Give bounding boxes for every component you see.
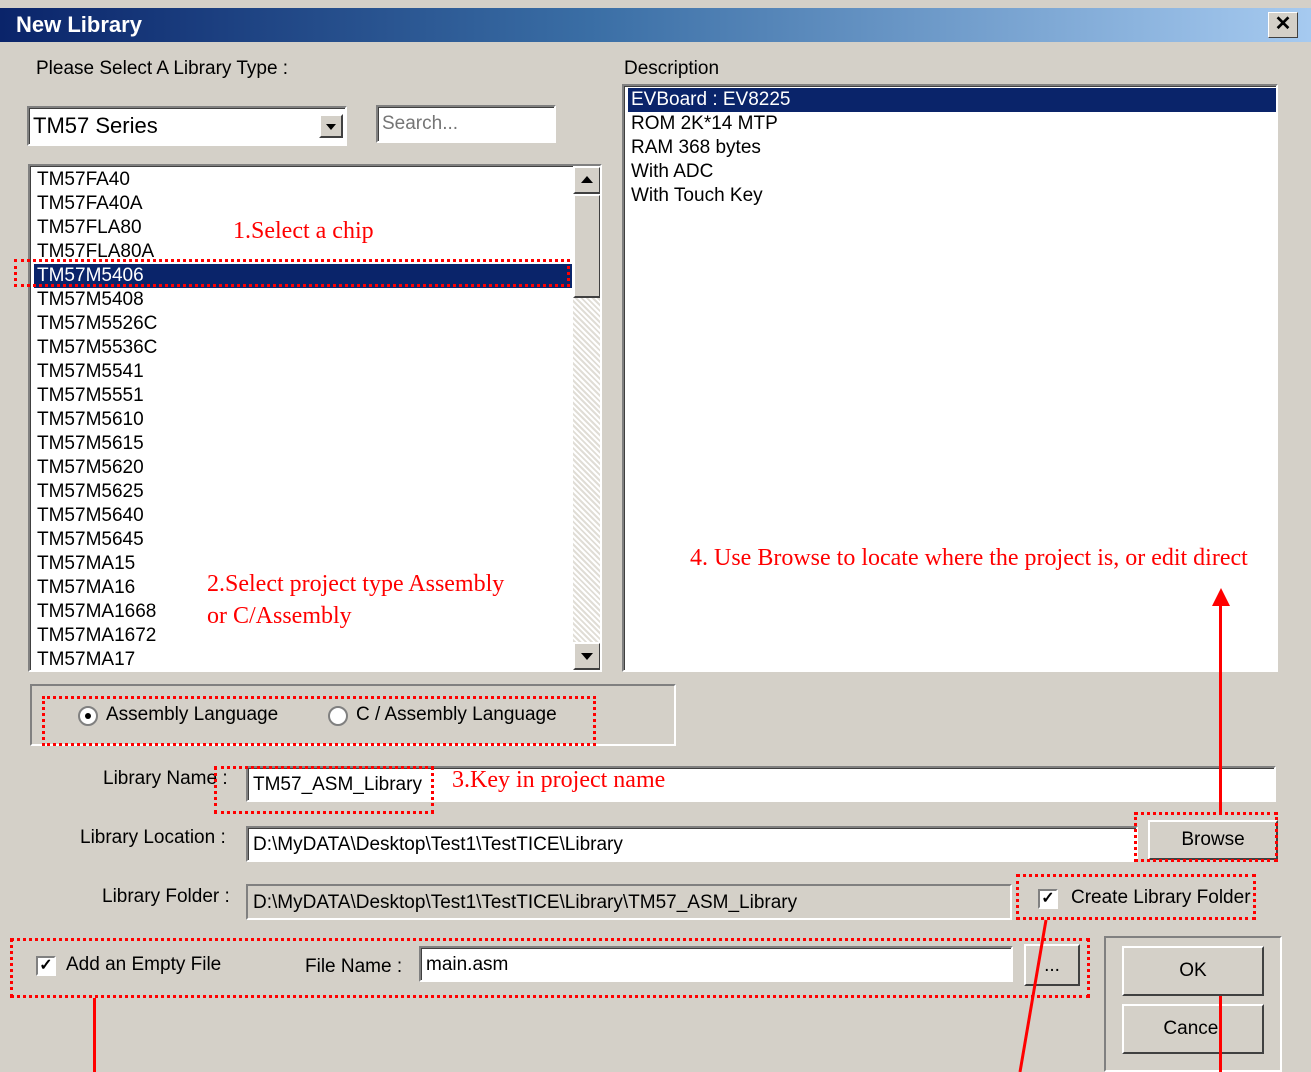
annotation-step2-line2: or C/Assembly bbox=[207, 603, 352, 629]
close-icon: ✕ bbox=[1274, 13, 1292, 35]
chip-list-item[interactable]: TM57M5625 bbox=[34, 480, 572, 504]
chip-list-item[interactable]: TM57M5640 bbox=[34, 504, 572, 528]
chip-list-item[interactable]: TM57M5615 bbox=[34, 432, 572, 456]
library-location-label: Library Location : bbox=[80, 827, 226, 848]
scroll-down-button[interactable] bbox=[573, 642, 600, 670]
description-line: RAM 368 bytes bbox=[631, 137, 761, 158]
chip-list-item[interactable]: TM57M5526C bbox=[34, 312, 572, 336]
highlight-library-name bbox=[214, 766, 434, 814]
library-type-label: Please Select A Library Type : bbox=[36, 58, 289, 79]
library-location-input[interactable]: D:\MyDATA\Desktop\Test1\TestTICE\Library bbox=[246, 826, 1138, 862]
empty-file-pointer-line bbox=[93, 998, 96, 1072]
chip-list-item[interactable]: TM57M5408 bbox=[34, 288, 572, 312]
description-line: With Touch Key bbox=[631, 185, 763, 206]
chip-list-item[interactable]: TM57FA40 bbox=[34, 168, 572, 192]
description-label: Description bbox=[624, 58, 720, 79]
highlight-browse bbox=[1134, 812, 1278, 862]
description-box: EVBoard : EV8225 ROM 2K*14 MTP RAM 368 byt… bbox=[622, 84, 1278, 672]
annotation-step3: 3.Key in project name bbox=[452, 767, 666, 793]
library-location-value: D:\MyDATA\Desktop\Test1\TestTICE\Library bbox=[253, 834, 623, 855]
annotation-step4: 4. Use Browse to locate where the projec… bbox=[690, 545, 1248, 571]
chip-list-item[interactable]: TM57M5620 bbox=[34, 456, 572, 480]
chip-list-scrollbar[interactable] bbox=[573, 166, 600, 670]
library-name-label: Library Name : bbox=[103, 768, 228, 789]
highlight-chip bbox=[14, 259, 570, 287]
library-folder-field: D:\MyDATA\Desktop\Test1\TestTICE\Library… bbox=[246, 884, 1012, 920]
chevron-down-icon bbox=[326, 124, 336, 130]
series-value: TM57 Series bbox=[33, 113, 158, 138]
library-folder-value: D:\MyDATA\Desktop\Test1\TestTICE\Library… bbox=[253, 892, 798, 913]
scroll-thumb[interactable] bbox=[573, 194, 600, 298]
cancel-button[interactable]: Cancel bbox=[1122, 1004, 1264, 1054]
title-bar bbox=[0, 8, 1311, 42]
chip-list-item[interactable]: TM57FA40A bbox=[34, 192, 572, 216]
annotation-step1: 1.Select a chip bbox=[233, 218, 374, 244]
highlight-create-folder bbox=[1016, 874, 1256, 920]
chip-list-item[interactable]: TM57M5541 bbox=[34, 360, 572, 384]
series-dropdown-button[interactable] bbox=[319, 114, 343, 138]
arrow-up-icon bbox=[1212, 588, 1230, 606]
scroll-up-button[interactable] bbox=[573, 166, 600, 194]
chip-list-item[interactable]: TM57M5551 bbox=[34, 384, 572, 408]
annotation-step2-line1: 2.Select project type Assembly bbox=[207, 571, 505, 597]
highlight-language bbox=[42, 696, 596, 746]
chip-list-item[interactable]: TM57M5536C bbox=[34, 336, 572, 360]
description-line: With ADC bbox=[631, 161, 714, 182]
chip-list-item[interactable]: TM57M5610 bbox=[34, 408, 572, 432]
create-folder-pointer-line bbox=[1018, 919, 1048, 1072]
ok-pointer-line bbox=[1219, 996, 1222, 1072]
browse-arrow-line bbox=[1219, 600, 1222, 812]
series-combobox[interactable]: TM57 Series bbox=[27, 106, 347, 146]
window-title: New Library bbox=[16, 12, 142, 37]
search-input[interactable] bbox=[376, 105, 556, 143]
ok-button[interactable]: OK bbox=[1122, 946, 1264, 996]
chevron-down-icon bbox=[581, 653, 593, 660]
close-button[interactable]: ✕ bbox=[1268, 12, 1298, 38]
highlight-empty-file bbox=[10, 938, 1090, 998]
description-line: ROM 2K*14 MTP bbox=[631, 113, 778, 134]
description-line: EVBoard : EV8225 bbox=[628, 88, 1276, 112]
chevron-up-icon bbox=[581, 176, 593, 183]
chip-list-item[interactable]: TM57M5645 bbox=[34, 528, 572, 552]
chip-list-item[interactable]: TM57MA17 bbox=[34, 648, 572, 670]
library-folder-label: Library Folder : bbox=[102, 886, 230, 907]
